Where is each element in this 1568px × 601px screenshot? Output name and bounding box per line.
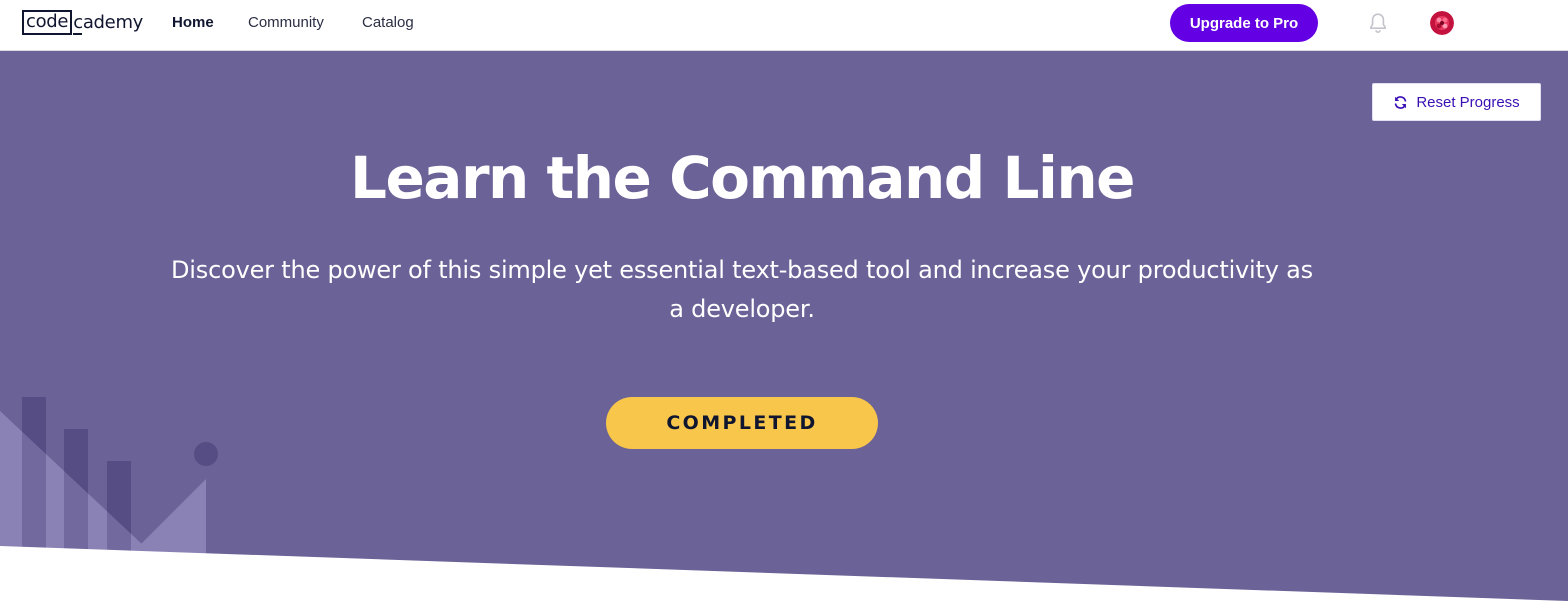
logo-cademy-text: cademy bbox=[72, 12, 144, 35]
completed-button[interactable]: COMPLETED bbox=[606, 397, 878, 449]
nav-catalog-link[interactable]: Catalog bbox=[362, 14, 414, 31]
reset-progress-label: Reset Progress bbox=[1416, 93, 1520, 111]
bell-icon[interactable] bbox=[1366, 11, 1390, 35]
logo-cursor-mark bbox=[73, 33, 83, 35]
course-title: Learn the Command Line bbox=[350, 144, 1135, 212]
top-navigation: code cademy Home Community Catalog Upgrad… bbox=[0, 0, 1568, 51]
refresh-icon bbox=[1395, 95, 1407, 109]
course-hero: Reset Progress Learn the Command Line Di… bbox=[0, 51, 1568, 601]
avatar[interactable] bbox=[1430, 11, 1454, 35]
nav-home-link[interactable]: Home bbox=[172, 14, 214, 31]
course-description: Discover the power of this simple yet es… bbox=[171, 256, 1313, 323]
upgrade-to-pro-button[interactable]: Upgrade to Pro bbox=[1170, 4, 1318, 42]
codecademy-logo[interactable]: code cademy bbox=[22, 10, 143, 35]
logo-code-box: code bbox=[22, 10, 73, 35]
nav-community-link[interactable]: Community bbox=[248, 14, 324, 31]
avatar-image bbox=[1430, 11, 1454, 35]
logo-cademy-label: cademy bbox=[73, 12, 144, 33]
reset-progress-button[interactable]: Reset Progress bbox=[1372, 83, 1541, 121]
